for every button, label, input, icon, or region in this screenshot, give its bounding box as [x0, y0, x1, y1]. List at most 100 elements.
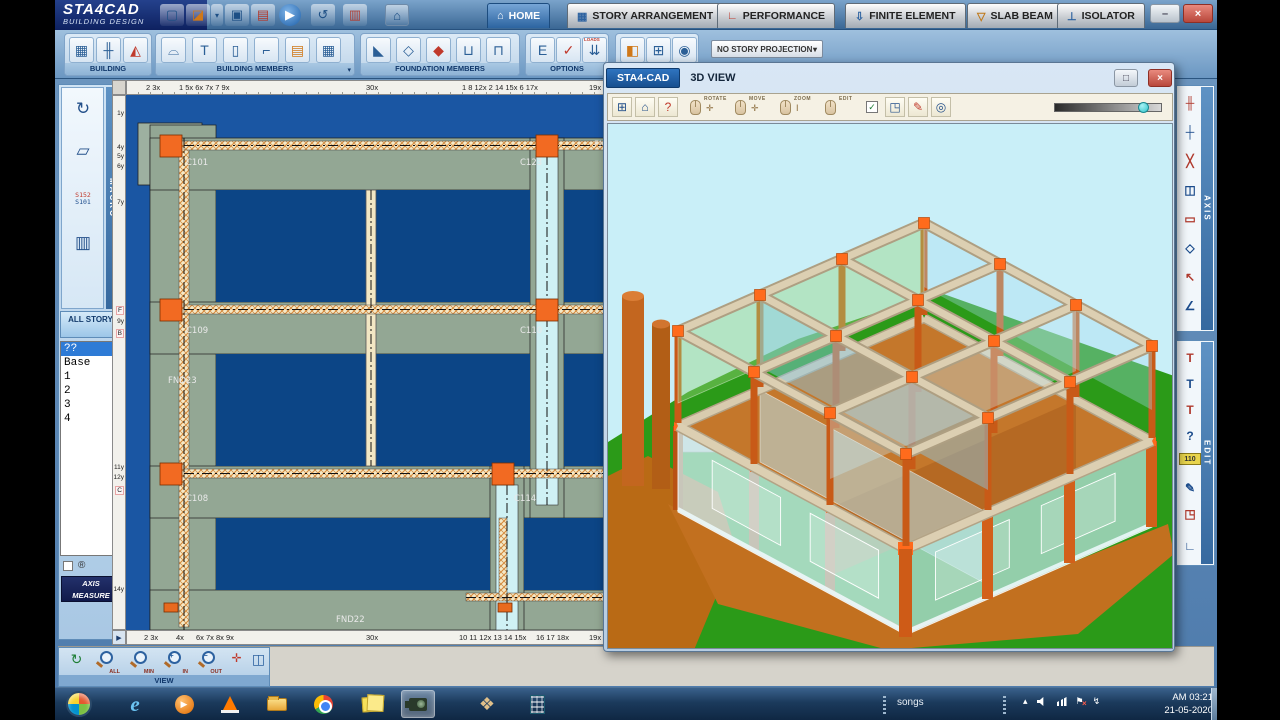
eraser-tool-button[interactable]: ✎ — [908, 97, 928, 117]
toolbar-grip[interactable] — [883, 694, 886, 714]
taskbar-building-app[interactable] — [520, 690, 554, 718]
axis-tool-1[interactable]: ╫ — [1179, 90, 1201, 116]
zoom-out-button[interactable]: − OUT — [195, 651, 222, 675]
slab-macro-button[interactable]: ▱ — [68, 136, 98, 166]
check-model-button[interactable]: ✓ — [556, 37, 581, 63]
edit-tool-dimension[interactable]: 110 — [1179, 453, 1201, 465]
render-button[interactable]: ◉ — [672, 37, 697, 63]
render-checkbox[interactable]: ✓ — [866, 101, 878, 113]
mouse-edit-tool[interactable]: EDIT — [825, 96, 859, 118]
mouse-move-tool[interactable]: MOVE ✛ — [735, 96, 777, 118]
story-axes-button[interactable]: ╫ — [96, 37, 121, 63]
window-minimize-button[interactable]: – — [1150, 4, 1180, 23]
window-close-button[interactable]: × — [1183, 4, 1213, 23]
story-projection-dropdown[interactable]: NO STORY PROJECTION ▾ — [711, 40, 823, 58]
edit-tool-door[interactable]: ◳ — [1179, 501, 1201, 527]
edit-tool-3[interactable]: T — [1179, 397, 1201, 423]
column-button[interactable]: ▯ — [223, 37, 248, 63]
network-icon[interactable] — [1056, 697, 1067, 706]
axis-option-checkbox[interactable] — [63, 560, 73, 571]
axis-tool-4[interactable]: ◫ — [1179, 177, 1201, 203]
edit-tool-2[interactable]: T — [1179, 371, 1201, 397]
pan-view-button[interactable]: ◫ — [245, 651, 272, 675]
tab-home[interactable]: ⌂ HOME — [487, 3, 551, 28]
power-icon[interactable]: ↯ — [1093, 696, 1101, 707]
frame-view-button[interactable]: ⊞ — [646, 37, 671, 63]
home-view3d-button[interactable]: ⌂ — [635, 97, 655, 117]
footing-button[interactable]: ◣ — [366, 37, 391, 63]
open-file-caret[interactable]: ▾ — [211, 4, 223, 26]
edit-tool-1[interactable]: T — [1179, 345, 1201, 371]
raft-foundation-button[interactable]: ◆ — [426, 37, 451, 63]
poly-wall-button[interactable]: ⌐ — [254, 37, 279, 63]
axis-tool-5[interactable]: ▭ — [1179, 206, 1201, 232]
beam-button[interactable]: ⌓ — [161, 37, 186, 63]
plan-canvas[interactable]: C101 C123 C109 C110 C108 C114 FND23 FND2… — [126, 95, 611, 631]
shear-wall-button[interactable]: ◭ — [123, 37, 148, 63]
viewer3d-titlebar[interactable]: STA4-CAD 3D VIEW □ × — [606, 65, 1172, 91]
mouse-zoom-tool[interactable]: ZOOM Ι — [780, 96, 822, 118]
tray-expand-icon[interactable]: ▴ — [1023, 696, 1028, 707]
viewer3d-scene[interactable] — [607, 123, 1173, 649]
taskbar-screen-recorder[interactable] — [401, 690, 435, 718]
magnify-doc-button[interactable]: ◎ — [931, 97, 951, 117]
help-button[interactable]: ? — [658, 97, 678, 117]
section-tool-button[interactable]: ▥ — [68, 228, 98, 258]
open-file-button[interactable]: ◪ — [186, 4, 210, 26]
frame-all-button[interactable]: ⊞ — [612, 97, 632, 117]
volume-icon[interactable] — [1036, 697, 1044, 706]
notes-button[interactable]: ▥ — [343, 4, 367, 26]
undo-button[interactable]: ↺ — [311, 4, 335, 26]
tab-performance[interactable]: ∟ PERFORMANCE — [717, 3, 836, 28]
t-column-button[interactable]: T — [192, 37, 217, 63]
axis-tool-7[interactable]: ↖ — [1179, 264, 1201, 290]
viewer3d-window[interactable]: STA4-CAD 3D VIEW □ × ⊞ ⌂ ? ROTATE ✛ MOVE — [603, 62, 1175, 652]
taskbar-clock[interactable]: AM 03:21 21-05-2020 — [1131, 691, 1213, 717]
taskbar-explorer[interactable] — [260, 690, 294, 718]
pile-button[interactable]: ⊓ — [486, 37, 511, 63]
axis-tool-2[interactable]: ┼ — [1179, 119, 1201, 145]
masonry-button[interactable]: ▤ — [285, 37, 310, 63]
viewer3d-close-button[interactable]: × — [1148, 69, 1172, 87]
viewer3d-maximize-button[interactable]: □ — [1114, 69, 1138, 87]
save-button[interactable]: ▣ — [225, 4, 249, 26]
view3d-button[interactable]: ◧ — [620, 37, 645, 63]
zoom-in-button[interactable]: + IN — [161, 651, 188, 675]
taskbar-vlc[interactable] — [213, 690, 247, 718]
report-button[interactable]: ▤ — [251, 4, 275, 26]
toolbar-grip[interactable] — [1003, 694, 1006, 714]
home-view-button[interactable]: ⌂ — [385, 4, 409, 26]
tab-story-arrangement[interactable]: ▦ STORY ARRANGEMENT — [567, 3, 724, 28]
tab-slab-beam[interactable]: ▽ SLAB BEAM — [967, 3, 1063, 28]
zoom-min-button[interactable]: MIN — [127, 651, 154, 675]
material-doc-button[interactable]: E — [530, 37, 555, 63]
axis-tool-6[interactable]: ◇ — [1179, 235, 1201, 261]
single-footing-button[interactable]: ◇ — [396, 37, 421, 63]
taskbar-chrome[interactable] — [306, 690, 340, 718]
renumber-button[interactable]: S152 S101 — [68, 184, 98, 214]
ruler-play-button[interactable]: ▶ — [112, 630, 126, 645]
redraw-button[interactable]: ↻ — [63, 651, 90, 675]
edit-tool-eraser[interactable]: ✎ — [1179, 475, 1201, 501]
taskbar-sta4cad-layers[interactable]: ❖ — [470, 690, 504, 718]
mouse-rotate-tool[interactable]: ROTATE ✛ — [690, 96, 732, 118]
taskbar-sticky-notes[interactable] — [352, 690, 386, 718]
loads-button[interactable]: LOADS ⇊ — [582, 37, 607, 63]
transparency-slider[interactable] — [1054, 102, 1162, 113]
zoom-all-button[interactable]: ALL — [93, 651, 120, 675]
taskbar-ie[interactable]: e — [118, 690, 152, 718]
strip-footing-button[interactable]: ⊔ — [456, 37, 481, 63]
group-caret-icon[interactable]: ▾ — [347, 66, 351, 74]
new-file-button[interactable]: ▢ — [160, 4, 184, 26]
songs-toolbar-label[interactable]: songs — [897, 697, 924, 708]
edit-tool-help[interactable]: ? — [1179, 423, 1201, 449]
slider-thumb[interactable] — [1137, 102, 1149, 113]
axis-tool-3[interactable]: ╳ — [1179, 148, 1201, 174]
taskbar-media-player[interactable]: ▶ — [167, 690, 201, 718]
tab-finite-element[interactable]: ⇩ FINITE ELEMENT — [845, 3, 966, 28]
start-button[interactable] — [62, 690, 96, 718]
door-tool-button[interactable]: ◳ — [885, 97, 905, 117]
axis-tool-8[interactable]: ∠ — [1179, 293, 1201, 319]
edit-tool-chart[interactable]: ∟ — [1179, 533, 1201, 559]
slab-button[interactable]: ▦ — [316, 37, 341, 63]
